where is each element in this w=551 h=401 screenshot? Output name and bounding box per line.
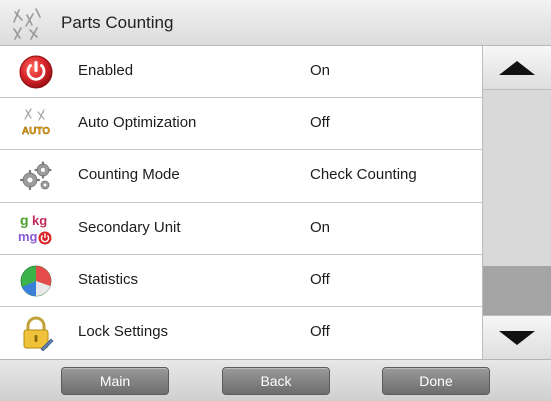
setting-row-secondary-unit[interactable]: g kg mg Secondary Unit On [0,202,482,255]
setting-value: On [310,218,331,236]
setting-row-lock-settings[interactable]: Lock Settings Off [0,306,482,360]
main-button[interactable]: Main [61,367,169,395]
bottom-bar: Main Back Done [0,359,551,401]
svg-text:mg: mg [18,229,38,244]
setting-value: On [310,62,331,79]
setting-label: Lock Settings [78,322,169,340]
arrow-up-icon [499,60,535,75]
parts-counting-icon [13,8,41,40]
setting-row-counting-mode[interactable]: Counting Mode Check Counting [0,150,482,203]
setting-label: Counting Mode [78,166,180,184]
lock-icon [23,316,54,351]
pie-chart-icon [20,265,52,297]
title-bar: Parts Counting [0,0,551,46]
units-icon: g kg mg [18,212,52,245]
page-title: Parts Counting [61,13,174,32]
back-button[interactable]: Back [222,367,330,395]
setting-row-statistics[interactable]: Statistics Off [0,254,482,307]
scroll-up-button[interactable] [483,46,551,90]
svg-text:AUTO: AUTO [22,126,50,137]
setting-label: Statistics [78,270,139,288]
arrow-down-icon [499,330,535,345]
svg-text:g: g [20,212,29,228]
scrollbar[interactable] [482,46,551,359]
power-icon [19,55,53,89]
svg-text:kg: kg [32,213,47,228]
setting-value: Off [310,322,330,340]
scroll-thumb[interactable] [483,266,551,315]
setting-value: Check Counting [310,166,417,184]
scroll-track[interactable] [483,90,551,315]
parts-counting-screen: Parts Counting Enabled On AUTO Auto Opti… [0,0,551,401]
scroll-down-button[interactable] [483,315,551,359]
settings-list: Enabled On AUTO Auto Optimization Off Co… [0,46,482,360]
setting-value: Off [310,270,330,288]
done-button[interactable]: Done [382,367,490,395]
setting-row-auto-optimization[interactable]: AUTO Auto Optimization Off [0,98,482,151]
auto-optimization-icon: AUTO [22,108,50,137]
setting-value: Off [310,114,330,132]
setting-row-enabled[interactable]: Enabled On [0,46,482,99]
setting-label: Secondary Unit [78,218,181,236]
setting-label: Enabled [78,62,134,79]
gears-icon [19,161,52,191]
setting-label: Auto Optimization [78,114,197,132]
